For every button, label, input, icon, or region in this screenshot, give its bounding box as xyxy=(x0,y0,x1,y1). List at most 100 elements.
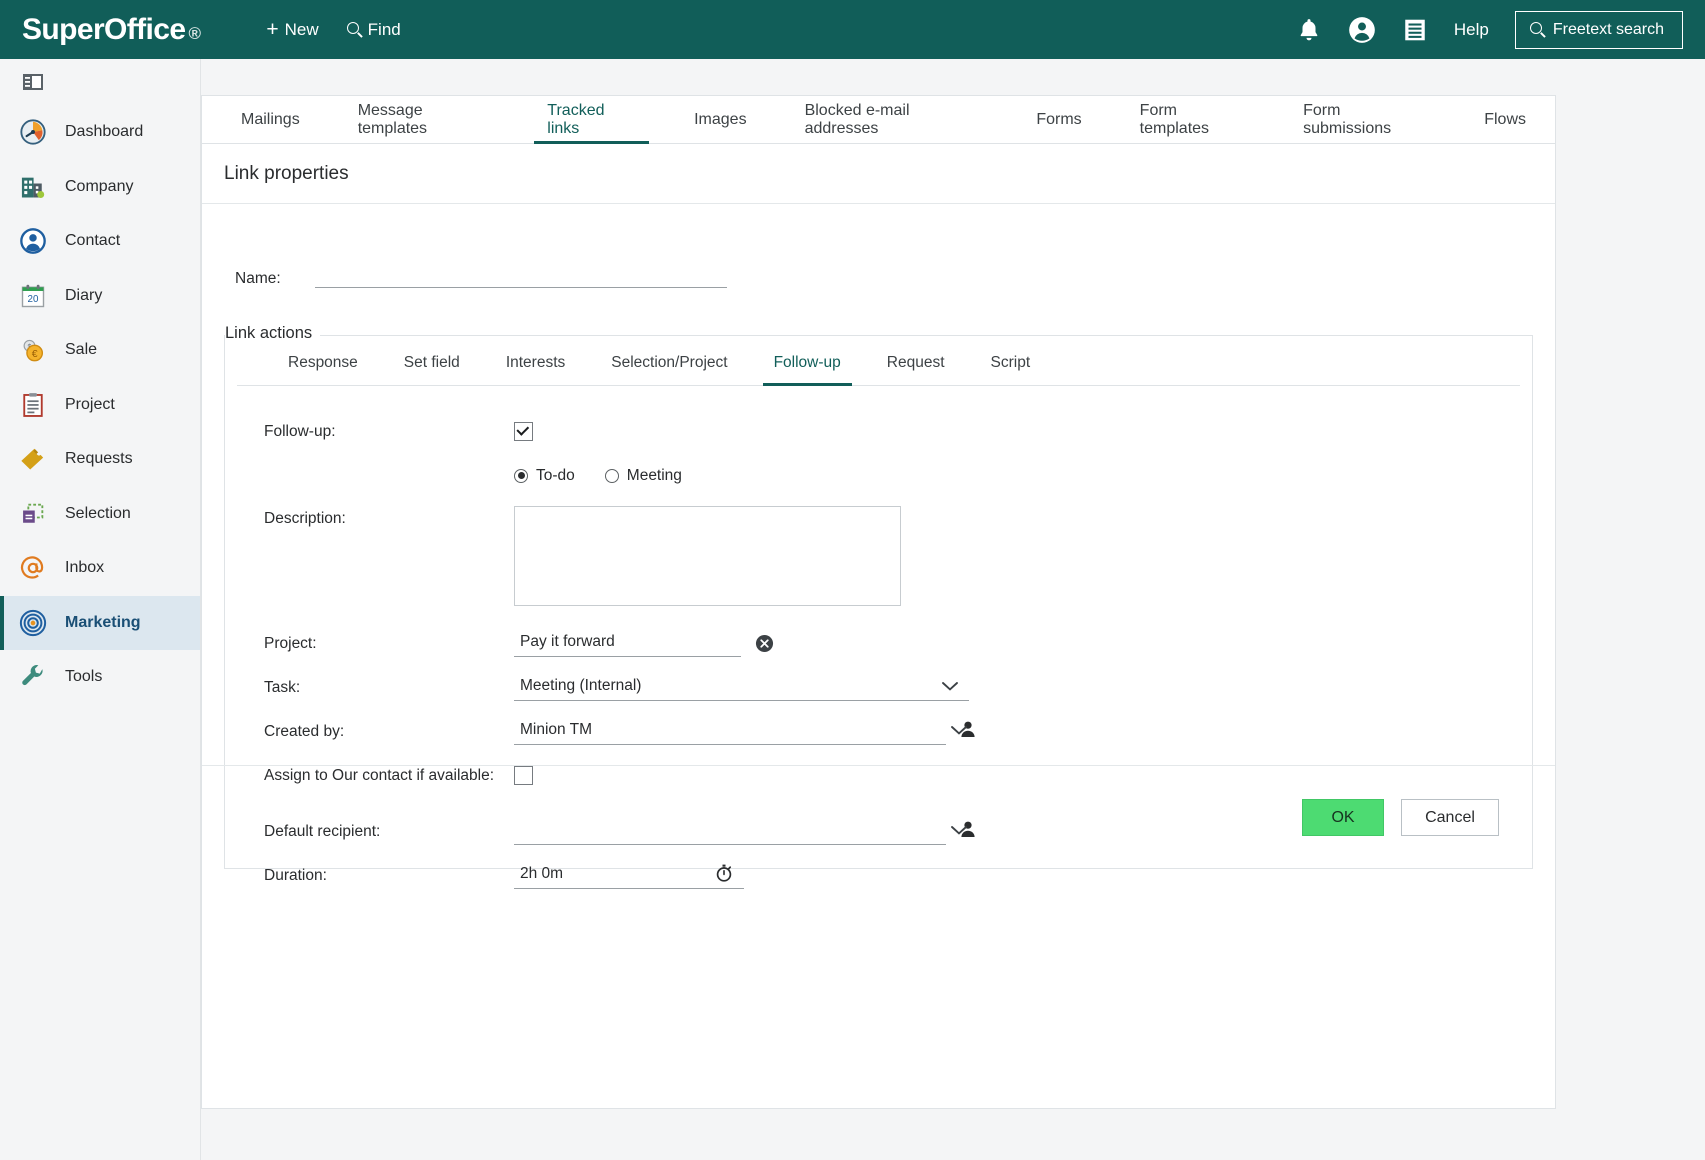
sidebar-label-tools: Tools xyxy=(65,668,103,686)
sidebar-navigation: Dashboard Company Contact 20 Diary $€ Sa… xyxy=(0,59,201,1160)
cancel-button[interactable]: Cancel xyxy=(1401,799,1499,836)
tab-flows[interactable]: Flows xyxy=(1455,96,1555,143)
tab-mailings[interactable]: Mailings xyxy=(212,96,329,143)
svg-text:€: € xyxy=(32,348,38,360)
sidebar-item-marketing[interactable]: Marketing xyxy=(0,595,200,650)
sidebar-label-sale: Sale xyxy=(65,341,98,359)
created-by-label: Created by: xyxy=(264,722,345,740)
tab-tracked-links[interactable]: Tracked links xyxy=(518,96,665,144)
ok-button[interactable]: OK xyxy=(1302,799,1384,836)
tab-form-submissions[interactable]: Form submissions xyxy=(1274,96,1455,143)
subtab-script[interactable]: Script xyxy=(968,342,1054,385)
person-picker-icon[interactable] xyxy=(958,719,978,744)
sidebar-item-tools[interactable]: Tools xyxy=(0,650,200,705)
created-by-row: Created by: xyxy=(237,710,1520,754)
sidebar-collapse-toggle[interactable] xyxy=(0,59,200,105)
sidebar-item-selection[interactable]: Selection xyxy=(0,487,200,542)
link-actions-subtab-bar: Response Set field Interests Selection/P… xyxy=(237,342,1520,386)
tab-label: Flows xyxy=(1484,110,1526,128)
sidebar-item-sale[interactable]: $€ Sale xyxy=(0,323,200,378)
search-icon xyxy=(346,22,362,37)
panel-collapse-icon xyxy=(18,67,48,97)
tab-label: Images xyxy=(694,110,747,128)
person-circle-icon xyxy=(18,226,48,256)
freetext-search-button[interactable]: Freetext search xyxy=(1514,10,1683,49)
sidebar-label-selection: Selection xyxy=(65,504,131,522)
subtab-label: Request xyxy=(886,354,945,372)
subtab-label: Response xyxy=(288,354,358,372)
tab-forms[interactable]: Forms xyxy=(1007,96,1110,143)
new-button[interactable]: + New xyxy=(266,19,318,40)
followup-checkbox[interactable] xyxy=(514,422,533,442)
project-label: Project: xyxy=(264,634,317,652)
name-field-row: Name: xyxy=(202,242,1555,288)
coins-icon: $€ xyxy=(18,335,48,365)
created-by-field-wrap xyxy=(514,718,978,746)
radio-todo-dot xyxy=(514,468,528,483)
new-button-label: New xyxy=(284,19,319,39)
created-by-select-input[interactable] xyxy=(514,718,946,746)
tab-blocked-email-addresses[interactable]: Blocked e-mail addresses xyxy=(776,96,1008,143)
wrench-icon xyxy=(18,662,48,692)
project-row: Project: xyxy=(237,622,1520,666)
radio-meeting[interactable]: Meeting xyxy=(604,467,682,485)
superoffice-logo[interactable]: SuperOffice ® xyxy=(22,12,201,47)
sidebar-item-requests[interactable]: Requests xyxy=(0,432,200,487)
subtab-follow-up[interactable]: Follow-up xyxy=(751,342,864,386)
at-sign-icon xyxy=(18,553,48,583)
help-link[interactable]: Help xyxy=(1454,20,1489,40)
project-field-wrap xyxy=(514,630,774,658)
sidebar-label-requests: Requests xyxy=(65,450,133,468)
user-avatar-icon[interactable] xyxy=(1348,16,1376,44)
freetext-search-label: Freetext search xyxy=(1552,20,1664,38)
radio-meeting-dot xyxy=(604,468,619,483)
logo-registered-mark: ® xyxy=(188,23,201,43)
logo-text: SuperOffice xyxy=(22,12,186,46)
followup-label: Follow-up: xyxy=(264,422,336,440)
clear-circle-x-icon[interactable] xyxy=(755,634,774,653)
subtab-request[interactable]: Request xyxy=(864,342,968,385)
subtab-set-field[interactable]: Set field xyxy=(381,342,483,385)
tab-label: Blocked e-mail addresses xyxy=(804,101,910,137)
top-header-bar: SuperOffice ® + New Find Help Freetext s… xyxy=(0,0,1705,59)
subtab-label: Set field xyxy=(403,354,460,372)
sidebar-item-dashboard[interactable]: Dashboard xyxy=(0,105,200,160)
content-card: Mailings Message templates Tracked links… xyxy=(201,95,1556,1109)
find-button[interactable]: Find xyxy=(346,20,401,40)
subtab-interests[interactable]: Interests xyxy=(483,342,588,385)
tab-label: Tracked links xyxy=(547,101,605,137)
sidebar-item-company[interactable]: Company xyxy=(0,160,200,215)
radio-todo-label: To-do xyxy=(536,466,575,484)
module-tab-bar: Mailings Message templates Tracked links… xyxy=(202,96,1555,144)
subtab-label: Follow-up xyxy=(773,354,841,372)
tab-label: Form submissions xyxy=(1303,101,1392,137)
tab-message-templates[interactable]: Message templates xyxy=(329,96,519,143)
description-textarea[interactable] xyxy=(514,505,901,606)
tab-images[interactable]: Images xyxy=(665,96,775,143)
sidebar-item-contact[interactable]: Contact xyxy=(0,214,200,269)
subtab-label: Interests xyxy=(505,354,566,372)
sidebar-item-diary[interactable]: 20 Diary xyxy=(0,269,200,324)
bell-icon[interactable] xyxy=(1296,17,1322,43)
sidebar-label-marketing: Marketing xyxy=(65,613,141,631)
name-label: Name: xyxy=(235,270,281,287)
main-content-area: Mailings Message templates Tracked links… xyxy=(201,59,1705,1160)
tab-form-templates[interactable]: Form templates xyxy=(1111,96,1274,143)
sidebar-item-inbox[interactable]: Inbox xyxy=(0,541,200,596)
project-input[interactable] xyxy=(514,630,741,658)
task-field-wrap xyxy=(514,674,969,702)
dialog-footer: OK Cancel xyxy=(202,765,1555,869)
description-row: Description: xyxy=(237,505,1520,606)
form-body: Name: Link actions Response Set field In… xyxy=(202,204,1555,890)
subtab-selection-project[interactable]: Selection/Project xyxy=(588,342,750,385)
name-input[interactable] xyxy=(315,263,727,288)
link-actions-legend: Link actions xyxy=(225,324,321,343)
task-select-input[interactable] xyxy=(514,674,969,702)
hamburger-menu-icon[interactable] xyxy=(1402,17,1428,43)
sidebar-item-project[interactable]: Project xyxy=(0,378,200,433)
subtab-response[interactable]: Response xyxy=(265,342,381,385)
task-row: Task: xyxy=(237,666,1520,710)
sidebar-label-dashboard: Dashboard xyxy=(65,123,144,141)
radio-todo[interactable]: To-do xyxy=(514,467,575,485)
plus-icon: + xyxy=(266,18,279,41)
